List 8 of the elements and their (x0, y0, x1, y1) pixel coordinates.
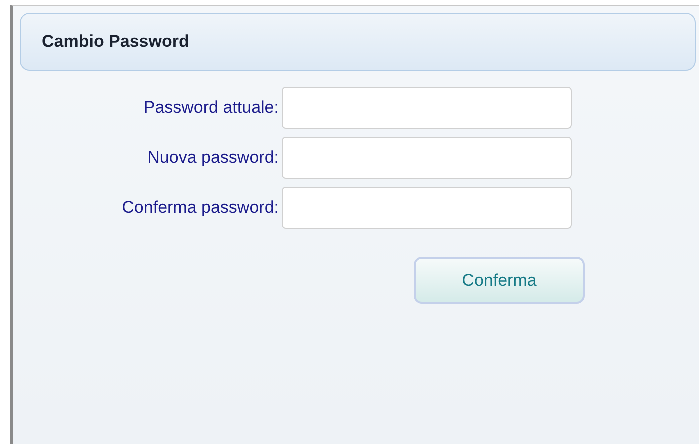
field-label: Password attuale: (142, 97, 280, 120)
password-field[interactable] (282, 87, 572, 129)
panel-title: Cambio Password (42, 31, 190, 54)
confirm-button[interactable]: Conferma (414, 257, 585, 304)
field-label: Conferma password: (121, 197, 280, 220)
password-field[interactable] (282, 187, 572, 229)
password-field[interactable] (282, 137, 572, 179)
field-label: Nuova password: (146, 147, 280, 170)
